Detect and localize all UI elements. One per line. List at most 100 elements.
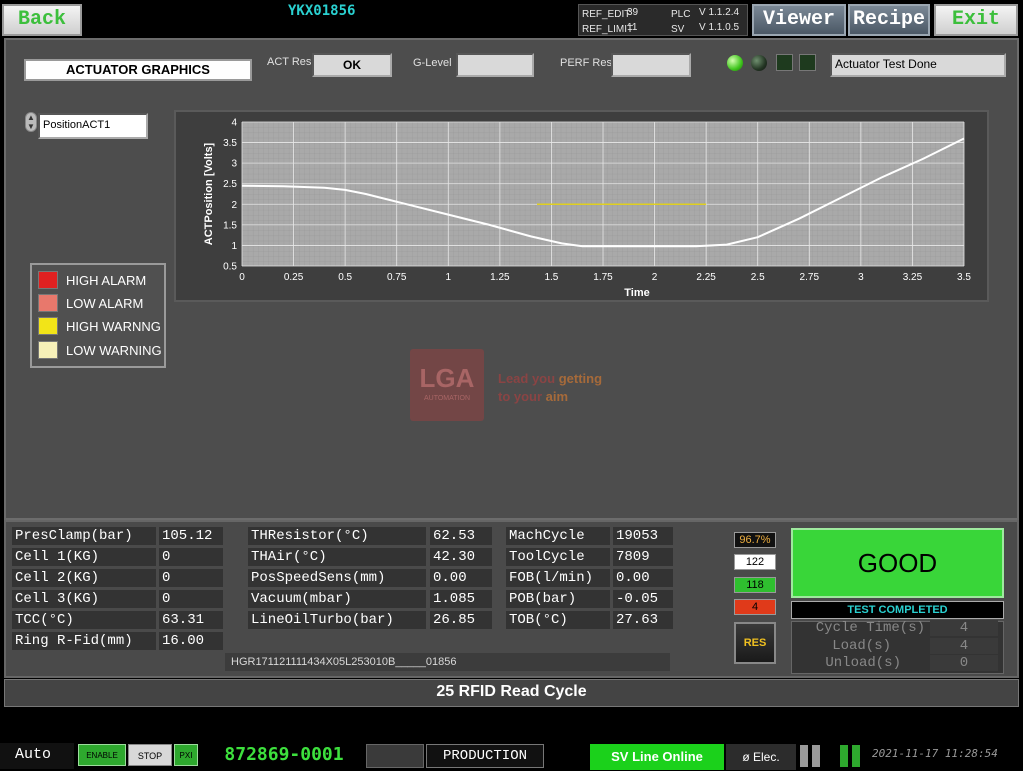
- perf-res-label: PERF Res: [560, 57, 612, 69]
- data-value: 27.63: [613, 611, 673, 629]
- status-bar: 25 RFID Read Cycle: [4, 679, 1019, 707]
- elec-status: ø Elec.: [726, 744, 796, 770]
- y-tick-label: 4: [231, 118, 237, 129]
- perf-res-field: [611, 53, 691, 77]
- data-value: 62.53: [430, 527, 492, 545]
- logo-text: LGA: [419, 363, 475, 393]
- y-tick-label: 2: [231, 200, 237, 211]
- part-number: 872869-0001: [204, 742, 364, 768]
- datetime: 2021-11-17 11:28:54: [872, 747, 998, 760]
- indicator-bar-icon: [840, 745, 848, 767]
- data-label: THResistor(°C): [248, 527, 426, 545]
- legend-swatch: [38, 294, 58, 312]
- legend-swatch: [38, 271, 58, 289]
- x-tick-label: 3.25: [903, 272, 923, 283]
- unload-value: 0: [930, 655, 998, 671]
- serial-number: HGR171121111434X05L253010B_____01856: [225, 653, 670, 671]
- good-count: 118: [734, 577, 776, 593]
- logo-subtext: AUTOMATION: [423, 395, 471, 402]
- pxi-indicator: PXI: [174, 744, 198, 766]
- stop-indicator: STOP: [128, 744, 172, 766]
- x-tick-label: 1.25: [490, 272, 510, 283]
- indicator-square-icon: [776, 54, 793, 71]
- data-value: 7809: [613, 548, 673, 566]
- cycle-time-value: 4: [930, 620, 998, 636]
- x-tick-label: 1: [446, 272, 452, 283]
- reset-counters-button[interactable]: RES: [734, 622, 776, 664]
- total-count: 122: [734, 554, 776, 570]
- unload-label: Unload(s): [825, 655, 901, 671]
- blank-indicator: [366, 744, 424, 768]
- data-label: LineOilTurbo(bar): [248, 611, 426, 629]
- y-tick-label: 1: [231, 241, 237, 252]
- act-res-field: OK: [312, 53, 392, 77]
- data-label: PosSpeedSens(mm): [248, 569, 426, 587]
- status-bar-text: 25 RFID Read Cycle: [436, 683, 587, 700]
- data-label: ToolCycle: [506, 548, 610, 566]
- position-chart: 0 0.25 0.5 0.75 1 1.25 1.5 1.75 2 2.25 2.5 2.75 3 3.2…: [203, 118, 971, 300]
- x-tick-label: 1.5: [544, 272, 558, 283]
- selector-spinner-icon[interactable]: ▲ ▼: [25, 112, 37, 132]
- yield-percent: 96.7%: [734, 532, 776, 548]
- indicator-square-icon: [799, 54, 816, 71]
- plc-version: V 1.1.2.4: [699, 7, 740, 18]
- y-axis-label: ACTPosition [Volts]: [203, 142, 215, 245]
- back-button[interactable]: Back: [2, 4, 82, 36]
- data-label: TOB(°C): [506, 611, 610, 629]
- watermark-tagline-2: to your aim: [498, 389, 568, 404]
- test-status: TEST COMPLETED: [791, 601, 1004, 619]
- x-tick-label: 2.75: [800, 272, 820, 283]
- data-value: 1.085: [430, 590, 492, 608]
- ref-edit-value: 39: [627, 7, 639, 18]
- indicator-bar-icon: [812, 745, 820, 767]
- legend-label: LOW ALARM: [66, 296, 144, 311]
- x-tick-label: 3.5: [957, 272, 971, 283]
- x-tick-label: 2.25: [696, 272, 716, 283]
- sv-line-status: SV Line Online: [590, 744, 724, 770]
- cycle-time-label: Cycle Time(s): [815, 620, 925, 636]
- data-value: 19053: [613, 527, 673, 545]
- legend-label: HIGH ALARM: [66, 273, 147, 288]
- data-label: MachCycle: [506, 527, 610, 545]
- data-value: -0.05: [613, 590, 673, 608]
- indicator-bar-icon: [800, 745, 808, 767]
- data-value: 0: [159, 569, 223, 587]
- data-value: 105.12: [159, 527, 223, 545]
- status-message-field: Actuator Test Done: [830, 53, 1006, 77]
- load-label: Load(s): [832, 638, 891, 654]
- data-label: Cell 3(KG): [12, 590, 156, 608]
- lga-logo: LGA AUTOMATION: [410, 349, 484, 421]
- data-label: POB(bar): [506, 590, 610, 608]
- data-value: 0: [159, 548, 223, 566]
- enable-indicator: ENABLE: [78, 744, 126, 766]
- g-level-field: [456, 53, 534, 77]
- x-axis-label: Time: [624, 287, 649, 299]
- plc-label: PLC: [671, 9, 691, 20]
- data-value: 16.00: [159, 632, 223, 650]
- viewer-button[interactable]: Viewer: [752, 4, 846, 36]
- version-box: REF_EDIT 39 REF_LIMIT 11 PLC V 1.1.2.4 S…: [578, 4, 748, 36]
- production-mode: PRODUCTION: [426, 744, 544, 768]
- ref-edit-label: REF_EDIT: [582, 9, 631, 20]
- y-tick-label: 3.5: [223, 138, 237, 149]
- data-label: TCC(°C): [12, 611, 156, 629]
- bad-count: 4: [734, 599, 776, 615]
- x-tick-label: 0: [239, 272, 245, 283]
- data-label: Cell 2(KG): [12, 569, 156, 587]
- signal-selector[interactable]: PositionACT1: [38, 113, 148, 139]
- x-tick-label: 0.5: [338, 272, 352, 283]
- x-tick-label: 0.25: [284, 272, 304, 283]
- data-label: Cell 1(KG): [12, 548, 156, 566]
- exit-button[interactable]: Exit: [934, 4, 1018, 36]
- ref-limit-label: REF_LIMIT: [582, 24, 634, 35]
- recipe-button[interactable]: Recipe: [848, 4, 930, 36]
- y-tick-label: 0.5: [223, 262, 237, 273]
- data-value: 42.30: [430, 548, 492, 566]
- data-value: 26.85: [430, 611, 492, 629]
- data-value: 0.00: [613, 569, 673, 587]
- tagline-part: to your: [498, 389, 543, 404]
- act-res-label: ACT Res: [267, 56, 312, 68]
- led-off-icon: [751, 55, 767, 71]
- x-tick-label: 3: [858, 272, 864, 283]
- legend-swatch: [38, 317, 58, 335]
